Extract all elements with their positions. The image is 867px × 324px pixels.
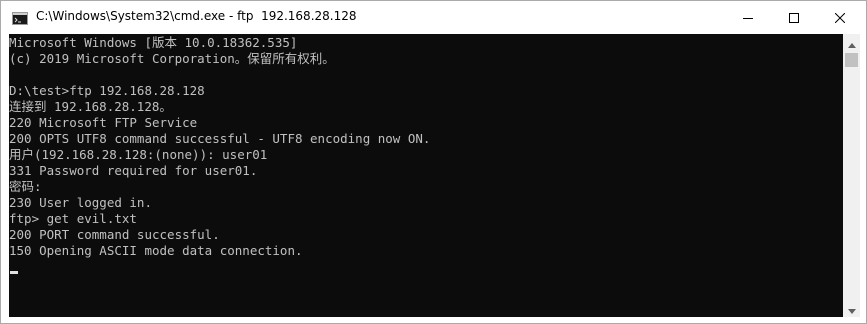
minimize-button[interactable] (725, 1, 771, 33)
cmd-icon[interactable] (12, 10, 28, 25)
chevron-up-icon (847, 33, 856, 52)
console-line: 密码: (9, 179, 42, 194)
cmd-window: C:\Windows\System32\cmd.exe - ftp 192.16… (0, 0, 867, 324)
scroll-down-button[interactable] (843, 300, 860, 317)
console-line: 200 PORT command successful. (9, 227, 220, 242)
console-line: D:\test>ftp 192.168.28.128 (9, 83, 205, 98)
scroll-up-button[interactable] (843, 34, 860, 51)
maximize-button[interactable] (771, 1, 817, 33)
maximize-icon (789, 8, 799, 27)
console-output[interactable]: Microsoft Windows [版本 10.0.18362.535] (c… (9, 34, 843, 317)
console-line: 230 User logged in. (9, 195, 152, 210)
scrollbar-thumb[interactable] (845, 53, 858, 67)
minimize-icon (743, 8, 753, 27)
title-bar[interactable]: C:\Windows\System32\cmd.exe - ftp 192.16… (1, 1, 866, 33)
close-icon (834, 8, 846, 27)
text-cursor (10, 271, 18, 274)
close-button[interactable] (817, 1, 863, 33)
console-line: 200 OPTS UTF8 command successful - UTF8 … (9, 131, 431, 146)
vertical-scrollbar[interactable] (843, 34, 860, 317)
console-line: Microsoft Windows [版本 10.0.18362.535] (9, 35, 298, 50)
window-title: C:\Windows\System32\cmd.exe - ftp 192.16… (36, 9, 357, 23)
console-line: 用户(192.168.28.128:(none)): user01 (9, 147, 268, 162)
console-line: 220 Microsoft FTP Service (9, 115, 198, 130)
console-line: 331 Password required for user01. (9, 163, 258, 178)
console-line: (c) 2019 Microsoft Corporation。保留所有权利。 (9, 51, 335, 66)
console-line: 150 Opening ASCII mode data connection. (9, 243, 303, 258)
chevron-down-icon (847, 299, 856, 318)
console-line: ftp> get evil.txt (9, 211, 137, 226)
console-line: 连接到 192.168.28.128。 (9, 99, 172, 114)
